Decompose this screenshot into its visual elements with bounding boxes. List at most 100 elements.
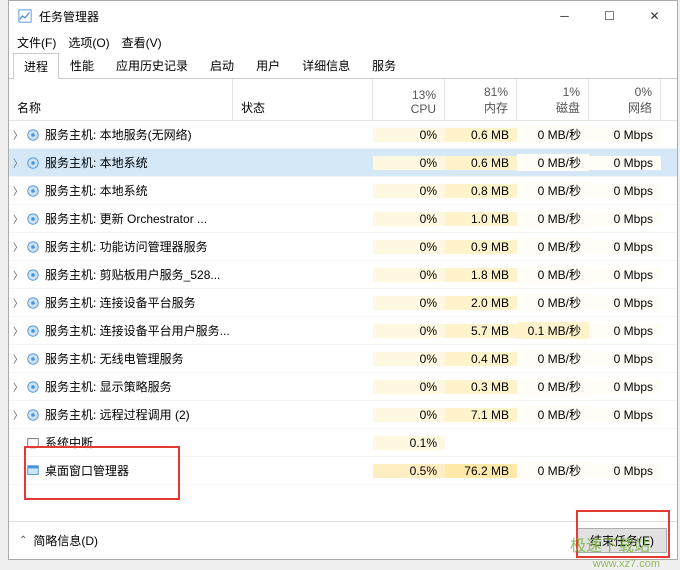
table-row[interactable]: 〉服务主机: 更新 Orchestrator ...0%1.0 MB0 MB/秒… (9, 205, 677, 233)
table-row[interactable]: 〉服务主机: 连接设备平台用户服务...0%5.7 MB0.1 MB/秒0 Mb… (9, 317, 677, 345)
disk-value: 0 MB/秒 (517, 294, 589, 311)
network-value: 0 Mbps (589, 212, 661, 226)
disk-value: 0 MB/秒 (517, 154, 589, 171)
process-icon (25, 127, 41, 143)
process-icon (25, 407, 41, 423)
process-icon (25, 183, 41, 199)
tab-3[interactable]: 启动 (199, 52, 245, 78)
tab-6[interactable]: 服务 (361, 52, 407, 78)
process-name: 服务主机: 剪贴板用户服务_528... (45, 266, 220, 283)
expand-icon[interactable]: 〉 (11, 323, 25, 338)
network-value: 0 Mbps (589, 268, 661, 282)
col-status[interactable]: 状态 (233, 79, 373, 120)
expand-icon[interactable]: 〉 (11, 155, 25, 170)
disk-value: 0.1 MB/秒 (517, 322, 589, 339)
maximize-button[interactable]: ☐ (587, 1, 632, 31)
table-row[interactable]: 〉服务主机: 本地系统0%0.8 MB0 MB/秒0 Mbps (9, 177, 677, 205)
col-cpu[interactable]: 13% CPU (373, 79, 445, 120)
network-value: 0 Mbps (589, 352, 661, 366)
cpu-value: 0% (373, 240, 445, 254)
process-icon (25, 267, 41, 283)
close-button[interactable]: ✕ (632, 1, 677, 31)
expand-icon[interactable]: 〉 (11, 127, 25, 142)
network-value: 0 Mbps (589, 128, 661, 142)
cpu-value: 0% (373, 352, 445, 366)
expand-icon[interactable]: 〉 (11, 183, 25, 198)
process-name: 服务主机: 功能访问管理器服务 (45, 238, 208, 255)
fewer-details[interactable]: ⌃ 简略信息(D) (19, 532, 98, 549)
process-icon (25, 155, 41, 171)
menu-file[interactable]: 文件(F) (17, 34, 56, 51)
table-row[interactable]: 〉服务主机: 显示策略服务0%0.3 MB0 MB/秒0 Mbps (9, 373, 677, 401)
expand-icon[interactable]: 〉 (11, 295, 25, 310)
window-controls: ─ ☐ ✕ (542, 1, 677, 31)
process-icon (25, 379, 41, 395)
col-memory[interactable]: 81% 内存 (445, 79, 517, 120)
tab-4[interactable]: 用户 (245, 52, 291, 78)
cpu-value: 0% (373, 408, 445, 422)
memory-value: 0.4 MB (445, 352, 517, 366)
process-icon (25, 239, 41, 255)
cpu-value: 0% (373, 212, 445, 226)
table-body[interactable]: 〉服务主机: 本地服务(无网络)0%0.6 MB0 MB/秒0 Mbps〉服务主… (9, 121, 677, 521)
process-icon (25, 323, 41, 339)
cpu-value: 0% (373, 184, 445, 198)
menu-options[interactable]: 选项(O) (68, 34, 109, 51)
table-row[interactable]: 〉服务主机: 本地服务(无网络)0%0.6 MB0 MB/秒0 Mbps (9, 121, 677, 149)
expand-icon[interactable]: 〉 (11, 351, 25, 366)
disk-value: 0 MB/秒 (517, 238, 589, 255)
table-row[interactable]: 系统中断0.1% (9, 429, 677, 457)
disk-value: 0 MB/秒 (517, 210, 589, 227)
process-name: 服务主机: 本地服务(无网络) (45, 126, 192, 143)
expand-icon[interactable]: 〉 (11, 379, 25, 394)
table-row[interactable]: 〉服务主机: 连接设备平台服务0%2.0 MB0 MB/秒0 Mbps (9, 289, 677, 317)
process-icon (25, 295, 41, 311)
disk-value: 0 MB/秒 (517, 182, 589, 199)
tab-5[interactable]: 详细信息 (291, 52, 361, 78)
expand-icon[interactable]: 〉 (11, 407, 25, 422)
memory-value: 5.7 MB (445, 324, 517, 338)
col-network[interactable]: 0% 网络 (589, 79, 661, 120)
cpu-value: 0% (373, 268, 445, 282)
process-name: 桌面窗口管理器 (45, 462, 129, 479)
app-icon (17, 8, 33, 24)
end-task-button[interactable]: 结束任务(E) (577, 528, 667, 553)
table-row[interactable]: 〉服务主机: 剪贴板用户服务_528...0%1.8 MB0 MB/秒0 Mbp… (9, 261, 677, 289)
tab-1[interactable]: 性能 (59, 52, 105, 78)
process-name: 服务主机: 连接设备平台用户服务... (45, 322, 230, 339)
minimize-button[interactable]: ─ (542, 1, 587, 31)
table-row[interactable]: 〉服务主机: 无线电管理服务0%0.4 MB0 MB/秒0 Mbps (9, 345, 677, 373)
table-row[interactable]: 〉服务主机: 远程过程调用 (2)0%7.1 MB0 MB/秒0 Mbps (9, 401, 677, 429)
table-row[interactable]: 〉服务主机: 功能访问管理器服务0%0.9 MB0 MB/秒0 Mbps (9, 233, 677, 261)
process-table: 名称 状态 13% CPU 81% 内存 1% 磁盘 0% 网络 〉服务主机: … (9, 79, 677, 521)
memory-value: 1.0 MB (445, 212, 517, 226)
network-value: 0 Mbps (589, 240, 661, 254)
task-manager-window: 任务管理器 ─ ☐ ✕ 文件(F) 选项(O) 查看(V) 进程性能应用历史记录… (8, 0, 678, 560)
process-icon (25, 211, 41, 227)
cpu-value: 0.5% (373, 464, 445, 478)
disk-value: 0 MB/秒 (517, 350, 589, 367)
expand-icon[interactable]: 〉 (11, 211, 25, 226)
memory-value: 0.8 MB (445, 184, 517, 198)
disk-value: 0 MB/秒 (517, 126, 589, 143)
table-row[interactable]: 〉服务主机: 本地系统0%0.6 MB0 MB/秒0 Mbps (9, 149, 677, 177)
col-name[interactable]: 名称 (9, 79, 233, 120)
disk-value: 0 MB/秒 (517, 406, 589, 423)
titlebar: 任务管理器 ─ ☐ ✕ (9, 1, 677, 31)
memory-value: 0.6 MB (445, 128, 517, 142)
process-name: 系统中断 (45, 434, 93, 451)
tabs: 进程性能应用历史记录启动用户详细信息服务 (9, 53, 677, 79)
tab-2[interactable]: 应用历史记录 (105, 52, 199, 78)
table-header: 名称 状态 13% CPU 81% 内存 1% 磁盘 0% 网络 (9, 79, 677, 121)
network-value: 0 Mbps (589, 464, 661, 478)
tab-0[interactable]: 进程 (13, 53, 59, 79)
col-disk[interactable]: 1% 磁盘 (517, 79, 589, 120)
process-icon (25, 463, 41, 479)
disk-value: 0 MB/秒 (517, 378, 589, 395)
cpu-value: 0% (373, 156, 445, 170)
menu-view[interactable]: 查看(V) (122, 34, 162, 51)
cpu-value: 0% (373, 296, 445, 310)
table-row[interactable]: 桌面窗口管理器0.5%76.2 MB0 MB/秒0 Mbps (9, 457, 677, 485)
expand-icon[interactable]: 〉 (11, 239, 25, 254)
expand-icon[interactable]: 〉 (11, 267, 25, 282)
